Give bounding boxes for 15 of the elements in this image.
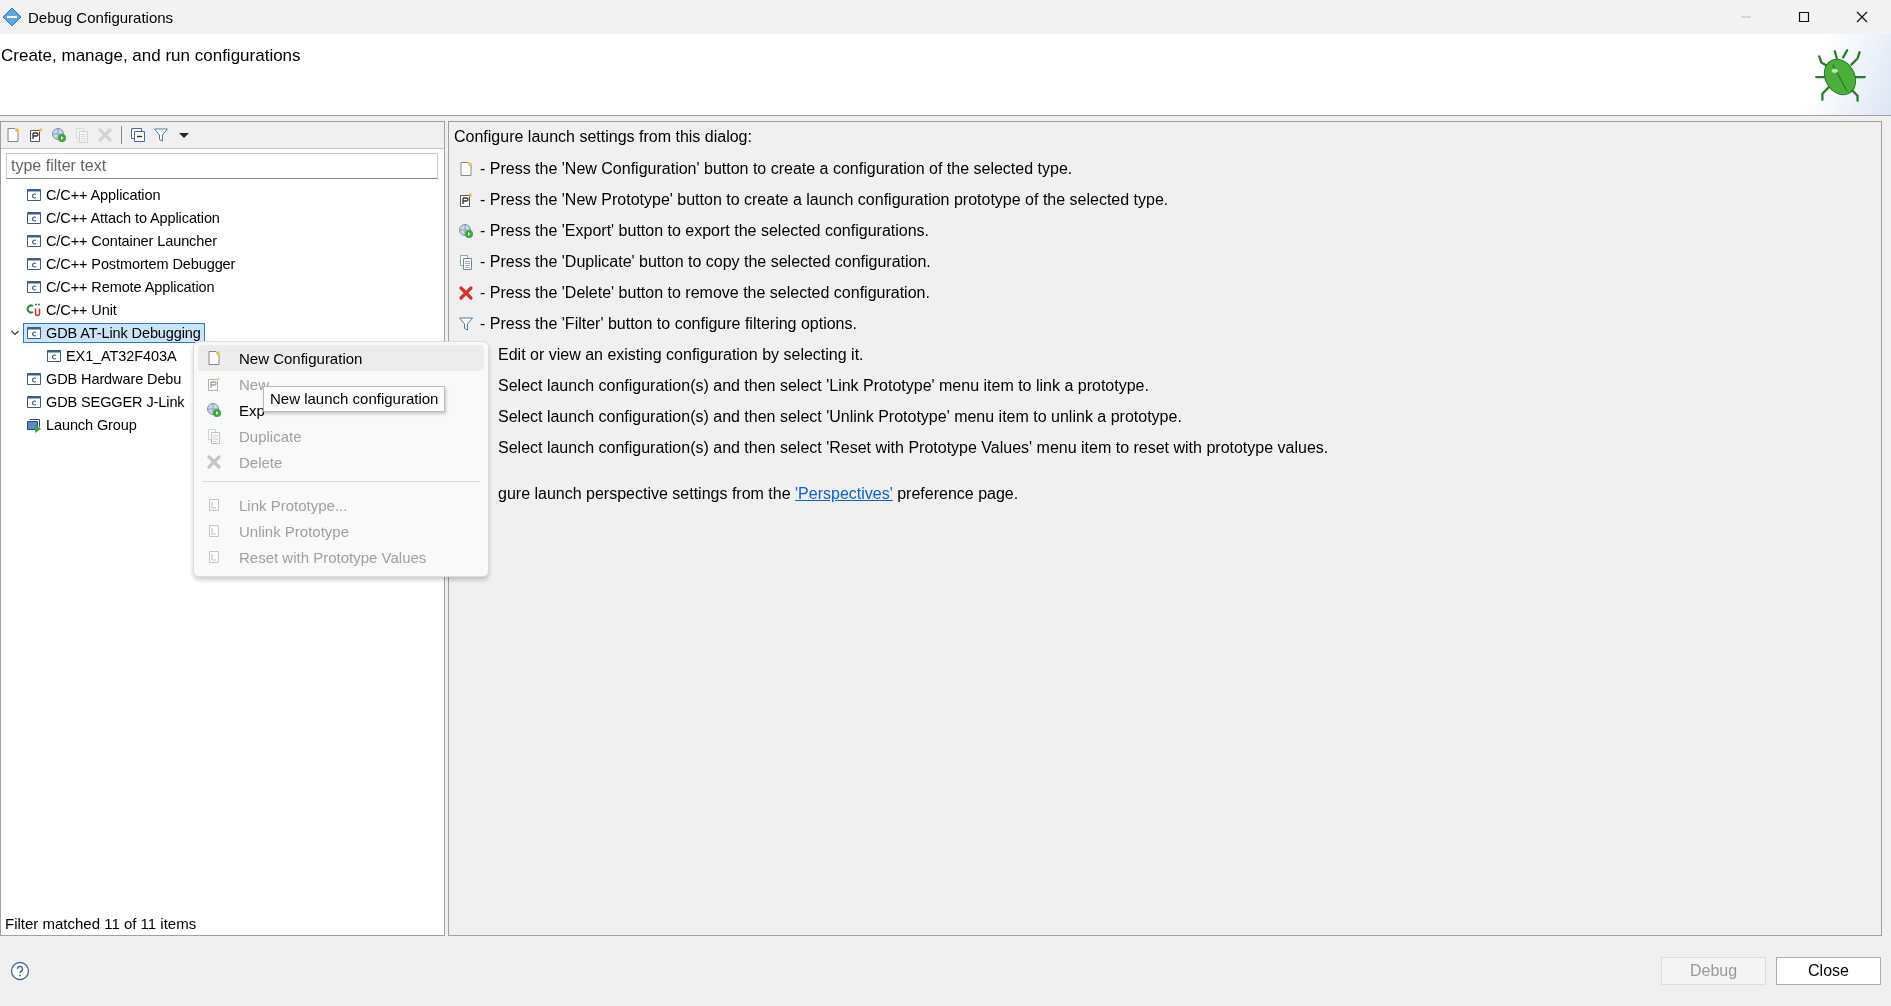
filter-status: Filter matched 11 of 11 items bbox=[4, 915, 198, 934]
help-line: - Press the 'New Configuration' button to create a configuration of the selected type. bbox=[480, 159, 1073, 178]
window-title: Debug Configurations bbox=[28, 8, 174, 26]
help-line: - Press the 'Duplicate' button to copy the selected configuration. bbox=[480, 252, 931, 271]
help-line: Select launch configuration(s) and then select 'Reset with Prototype Values' menu item to reset with prototype values. bbox=[497, 438, 1329, 457]
help-intro: Configure launch settings from this dialog: bbox=[454, 128, 753, 147]
help-line: - Press the 'New Prototype' button to create a launch configuration prototype of the selected type. bbox=[480, 190, 1169, 209]
tooltip: New launch configuration bbox=[263, 386, 446, 412]
help-line: - Press the 'Filter' button to configure filtering options. bbox=[480, 314, 857, 333]
help-line: Select launch configuration(s) and then select 'Unlink Prototype' menu item to unlink a prototype. bbox=[497, 407, 1182, 426]
help-line: - Press the 'Export' button to export the selected configurations. bbox=[480, 221, 930, 240]
help-line: Edit or view an existing configuration by selecting it. bbox=[497, 345, 864, 364]
help-line: - Press the 'Delete' button to remove the selected configuration. bbox=[480, 283, 930, 302]
dialog-heading: Create, manage, and run configurations bbox=[0, 45, 301, 66]
help-line: Select launch configuration(s) and then select 'Link Prototype' menu item to link a prototype. bbox=[497, 376, 1149, 395]
